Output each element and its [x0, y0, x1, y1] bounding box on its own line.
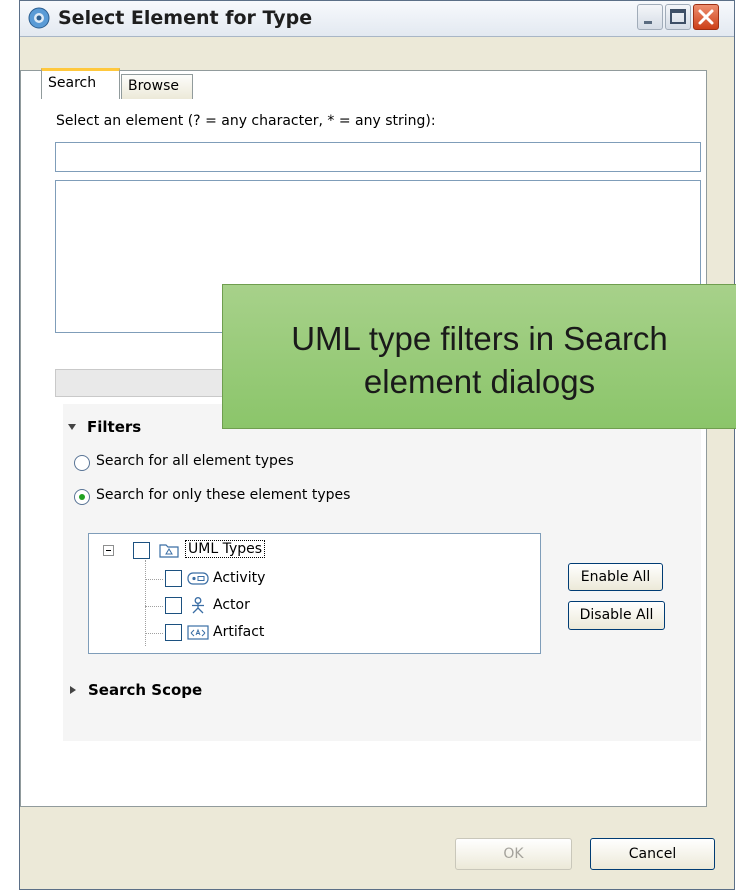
callout-line-1: UML type filters in Search — [291, 320, 668, 357]
expand-scope-icon[interactable] — [68, 685, 78, 695]
artifact-label: Artifact — [213, 624, 265, 640]
search-input[interactable] — [55, 142, 701, 172]
search-prompt-label: Select an element (? = any character, * … — [56, 113, 436, 129]
activity-icon — [187, 572, 209, 585]
tab-search[interactable]: Search — [41, 68, 120, 99]
tree-guide-line — [145, 579, 163, 580]
maximize-button[interactable] — [665, 4, 691, 30]
tab-browse[interactable]: Browse — [121, 74, 193, 99]
expand-filters-icon[interactable] — [67, 422, 77, 432]
uml-types-checkbox[interactable] — [133, 542, 150, 559]
element-type-tree[interactable]: UML Types Activity Actor Artifact — [88, 533, 541, 654]
app-icon — [28, 7, 50, 29]
tree-row-uml-types[interactable]: UML Types — [103, 540, 403, 564]
tree-guide-line — [145, 633, 163, 634]
annotation-callout: UML type filters in Search element dialo… — [222, 284, 736, 429]
radio-all-types-button[interactable] — [74, 455, 90, 471]
activity-checkbox[interactable] — [165, 570, 182, 587]
activity-label: Activity — [213, 570, 266, 586]
actor-checkbox[interactable] — [165, 597, 182, 614]
maximize-icon — [670, 9, 686, 24]
radio-only-types-label: Search for only these element types — [96, 487, 351, 503]
radio-all-types-label: Search for all element types — [96, 453, 294, 469]
minimize-button[interactable] — [637, 4, 663, 30]
actor-label: Actor — [213, 597, 250, 613]
tree-guide-line — [145, 606, 163, 607]
search-scope-heading[interactable]: Search Scope — [88, 681, 202, 699]
uml-types-label: UML Types — [185, 540, 266, 558]
collapse-icon[interactable] — [103, 545, 114, 556]
actor-icon — [192, 597, 204, 614]
disable-all-button[interactable]: Disable All — [568, 601, 665, 630]
title-bar[interactable]: Select Element for Type — [20, 1, 734, 37]
callout-line-2: element dialogs — [363, 363, 596, 400]
tree-row-actor[interactable]: Actor — [165, 597, 465, 621]
close-button[interactable] — [693, 4, 719, 30]
cancel-button[interactable]: Cancel — [590, 838, 715, 870]
radio-only-types-button[interactable] — [74, 489, 90, 505]
ok-button[interactable]: OK — [455, 838, 572, 870]
artifact-checkbox[interactable] — [165, 624, 182, 641]
artifact-icon — [187, 625, 209, 640]
window-title: Select Element for Type — [58, 7, 313, 29]
enable-all-button[interactable]: Enable All — [568, 563, 663, 591]
close-icon — [698, 9, 714, 25]
filters-heading[interactable]: Filters — [87, 418, 141, 436]
tree-row-artifact[interactable]: Artifact — [165, 624, 465, 648]
tree-row-activity[interactable]: Activity — [165, 570, 465, 594]
minimize-icon — [644, 21, 652, 24]
folder-icon — [159, 544, 179, 558]
